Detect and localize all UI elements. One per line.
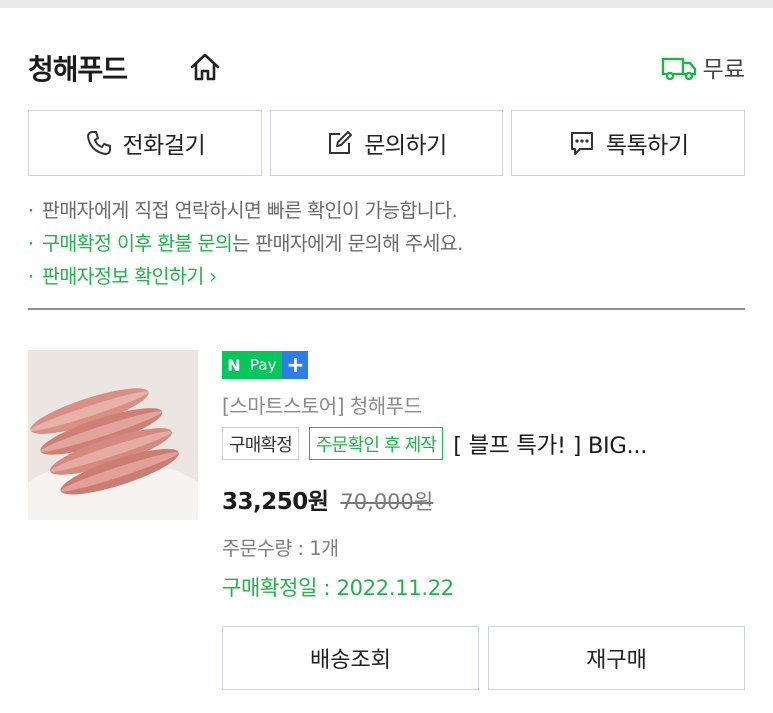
track-delivery-button[interactable]: 배송조회 — [222, 626, 479, 690]
store-name[interactable]: [스마트스토어] 청해푸드 — [222, 390, 422, 419]
npay-n-mark: N — [222, 351, 246, 379]
call-button-label: 전화걸기 — [122, 133, 206, 159]
chat-bubble-icon — [570, 132, 593, 155]
made-to-order-badge: 주문확인 후 제작 — [309, 427, 444, 460]
notice-list: · 판매자에게 직접 연락하시면 빠른 확인이 가능합니다. · 구매확정 이후 환… — [28, 194, 745, 293]
seller-info-link[interactable]: 판매자정보 확인하기 › — [42, 265, 217, 288]
notice-item: · 구매확정 이후 환불 문의는 판매자에게 문의해 주세요. — [28, 232, 463, 255]
purchase-confirm-date: 구매확정일 : 2022.11.22 — [222, 576, 454, 600]
top-bar — [0, 0, 773, 8]
product-title[interactable]: [ 블프 특가! ] BIG... — [453, 428, 647, 460]
product-title-row: 구매확정 주문확인 후 제작 [ 블프 특가! ] BIG... — [222, 427, 647, 460]
phone-icon — [86, 131, 111, 155]
npay-badge: N Pay + — [222, 351, 309, 379]
product-image[interactable] — [28, 350, 198, 520]
reorder-button[interactable]: 재구매 — [488, 626, 745, 690]
purchase-confirmed-badge: 구매확정 — [222, 427, 300, 460]
seller-info-link-label: 판매자정보 확인하기 — [42, 265, 204, 288]
edit-icon — [329, 131, 353, 154]
contact-buttons: 전화걸기 문의하기 톡톡하기 — [28, 110, 746, 176]
call-button[interactable]: 전화걸기 — [28, 110, 262, 176]
sale-price: 33,250원 — [222, 489, 329, 515]
npay-label: Pay — [246, 351, 283, 379]
home-icon[interactable] — [188, 50, 222, 84]
shipping-info: 무료 — [661, 50, 745, 84]
notice-item: · 판매자에게 직접 연락하시면 빠른 확인이 가능합니다. — [28, 199, 458, 222]
chevron-right-icon: › — [203, 265, 217, 288]
talk-button-label: 톡톡하기 — [605, 133, 689, 159]
npay-plus-mark: + — [282, 351, 309, 379]
order-quantity: 주문수량 : 1개 — [222, 537, 339, 560]
price-row: 33,250원 70,000원 — [222, 482, 433, 516]
talk-button[interactable]: 톡톡하기 — [511, 110, 746, 176]
order-actions: 배송조회 재구매 — [222, 626, 745, 690]
seller-header: 청해푸드 무료 — [28, 44, 745, 88]
truck-icon — [661, 57, 696, 81]
inquiry-button[interactable]: 문의하기 — [269, 110, 504, 176]
shipping-label: 무료 — [702, 57, 745, 83]
inquiry-button-label: 문의하기 — [364, 133, 447, 159]
notice-highlight: 구매확정 이후 환불 문의 — [42, 232, 233, 255]
original-price: 70,000원 — [340, 490, 434, 514]
notice-item: · 판매자정보 확인하기 › — [28, 265, 217, 288]
notice-text: 는 판매자에게 문의해 주세요. — [232, 232, 463, 255]
divider — [28, 308, 745, 310]
seller-name[interactable]: 청해푸드 — [28, 48, 128, 88]
notice-text: 판매자에게 직접 연락하시면 빠른 확인이 가능합니다. — [42, 199, 458, 222]
